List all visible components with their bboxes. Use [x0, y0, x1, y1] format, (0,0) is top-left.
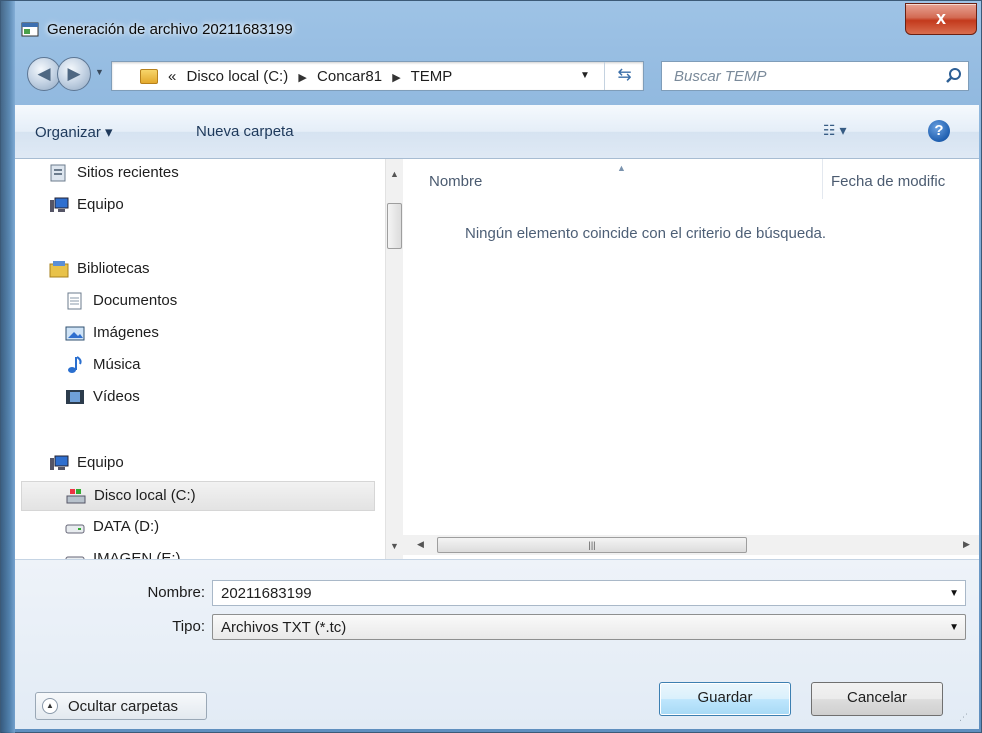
back-button[interactable]: ◀: [27, 57, 61, 91]
chevron-down-icon[interactable]: ▼: [949, 622, 959, 633]
column-header-date[interactable]: Fecha de modific: [831, 173, 945, 213]
chevron-down-icon[interactable]: ▼: [949, 588, 959, 599]
libraries-icon: [49, 261, 69, 278]
help-icon[interactable]: ?: [928, 120, 950, 142]
chevron-up-icon: ▲: [42, 698, 58, 714]
sidebar-item-computer-fav[interactable]: Equipo: [49, 191, 349, 221]
empty-folder-message: Ningún elemento coincide con el criterio…: [465, 225, 827, 242]
search-placeholder: Buscar TEMP: [674, 68, 767, 85]
sidebar-item-label: Música: [93, 356, 141, 373]
title-bar[interactable]: Generación de archivo 20211683199 x: [1, 1, 981, 43]
close-button[interactable]: x: [905, 3, 977, 35]
search-icon[interactable]: [944, 66, 964, 86]
scroll-left-icon[interactable]: ◀: [417, 539, 424, 550]
sidebar-item-music[interactable]: Música: [65, 351, 365, 381]
sidebar-item-data-drive[interactable]: DATA (D:): [65, 513, 365, 543]
recent-locations-dropdown-icon[interactable]: ▼: [95, 67, 107, 81]
save-options-panel: Nombre: 20211683199 ▼ Tipo: Archivos TXT…: [15, 559, 979, 729]
view-options-icon[interactable]: ☷ ▾: [823, 122, 861, 142]
sidebar-item-label: Bibliotecas: [77, 260, 150, 277]
sort-ascending-icon: ▲: [617, 163, 626, 173]
breadcrumb-temp[interactable]: TEMP: [411, 68, 453, 85]
sidebar-item-label: Equipo: [77, 196, 124, 213]
save-dialog-window: Generación de archivo 20211683199 x ◀ ▶ …: [0, 0, 982, 733]
recent-places-icon: [50, 164, 66, 182]
sidebar-item-pictures[interactable]: Imágenes: [65, 319, 365, 349]
sidebar-item-label: IMAGEN (E:): [93, 550, 181, 559]
sidebar-item-label: Imágenes: [93, 324, 159, 341]
forward-arrow-icon: ▶: [67, 64, 81, 83]
column-divider[interactable]: [822, 159, 823, 199]
window-title: Generación de archivo 20211683199: [47, 21, 293, 38]
dialog-body: Organizar ▾ Nueva carpeta ☷ ▾ ? Sitios r…: [15, 105, 979, 729]
command-toolbar: Organizar ▾ Nueva carpeta ☷ ▾ ?: [15, 105, 979, 159]
scrollbar-thumb[interactable]: |||: [437, 537, 747, 553]
local-disk-icon: [66, 489, 86, 504]
drive-icon: [65, 556, 85, 559]
new-folder-button[interactable]: Nueva carpeta: [196, 123, 294, 140]
computer-icon: [50, 455, 69, 470]
filename-label: Nombre:: [147, 584, 205, 601]
dialog-app-icon: [21, 22, 39, 37]
filename-value: 20211683199: [221, 585, 312, 602]
filename-field[interactable]: 20211683199 ▼: [212, 580, 966, 606]
chevron-right-icon[interactable]: ▶: [298, 72, 306, 84]
sidebar-item-image-drive[interactable]: IMAGEN (E:): [65, 545, 365, 559]
videos-icon: [66, 390, 84, 404]
search-input[interactable]: Buscar TEMP: [661, 61, 969, 91]
sidebar-item-computer[interactable]: Equipo: [49, 449, 349, 479]
navigation-bar: ◀ ▶ ▼ « Disco local (C:) ▶ Concar81 ▶ TE…: [15, 53, 982, 99]
navigation-pane-scrollbar[interactable]: ▲ ▼: [385, 159, 403, 559]
music-icon: [68, 356, 82, 373]
sidebar-item-label: Equipo: [77, 454, 124, 471]
file-list-pane: ▲ Nombre Fecha de modific Ningún element…: [403, 159, 979, 559]
computer-icon: [50, 197, 69, 212]
resize-grip-icon[interactable]: ⋰: [959, 712, 968, 723]
column-header-name[interactable]: Nombre: [429, 173, 482, 213]
sidebar-item-local-disk[interactable]: Disco local (C:): [21, 481, 375, 511]
forward-button[interactable]: ▶: [57, 57, 91, 91]
scrollbar-thumb[interactable]: [387, 203, 402, 249]
sidebar-item-libraries[interactable]: Bibliotecas: [49, 255, 349, 285]
hide-folders-button[interactable]: ▲ Ocultar carpetas: [35, 692, 207, 720]
sidebar-item-videos[interactable]: Vídeos: [65, 383, 365, 413]
filetype-value: Archivos TXT (*.tc): [221, 619, 347, 636]
breadcrumb: « Disco local (C:) ▶ Concar81 ▶ TEMP: [168, 68, 458, 85]
sidebar-item-label: Disco local (C:): [94, 487, 196, 504]
refresh-button[interactable]: ⇆: [604, 62, 644, 90]
breadcrumb-concar[interactable]: Concar81: [317, 68, 382, 85]
save-button[interactable]: Guardar: [659, 682, 791, 716]
address-dropdown-icon[interactable]: ▼: [580, 70, 590, 81]
breadcrumb-overflow[interactable]: «: [168, 68, 176, 85]
documents-icon: [67, 292, 82, 310]
cancel-button[interactable]: Cancelar: [811, 682, 943, 716]
hide-folders-label: Ocultar carpetas: [68, 698, 179, 715]
scroll-down-icon[interactable]: ▼: [390, 541, 399, 551]
filetype-label: Tipo:: [172, 618, 205, 635]
scroll-up-icon[interactable]: ▲: [390, 169, 399, 179]
back-arrow-icon: ◀: [37, 64, 51, 83]
sidebar-item-label: Sitios recientes: [77, 164, 179, 181]
sidebar-item-label: Vídeos: [93, 388, 140, 405]
breadcrumb-disk[interactable]: Disco local (C:): [187, 68, 289, 85]
address-bar[interactable]: « Disco local (C:) ▶ Concar81 ▶ TEMP ▼ ⇆: [111, 61, 644, 91]
folder-icon: [140, 69, 158, 84]
pictures-icon: [65, 326, 85, 341]
sidebar-item-label: Documentos: [93, 292, 178, 309]
drive-icon: [65, 524, 85, 534]
file-list-scrollbar[interactable]: ◀ ||| ▶: [403, 535, 979, 555]
filetype-select[interactable]: Archivos TXT (*.tc) ▼: [212, 614, 966, 640]
navigation-pane: Sitios recientes Equipo Bibliotecas Docu…: [15, 159, 385, 559]
scroll-right-icon[interactable]: ▶: [963, 539, 970, 550]
chevron-right-icon[interactable]: ▶: [392, 72, 400, 84]
sidebar-item-label: DATA (D:): [93, 518, 160, 535]
sidebar-item-documents[interactable]: Documentos: [65, 287, 365, 317]
sidebar-item-recent[interactable]: Sitios recientes: [49, 159, 349, 189]
organize-menu-button[interactable]: Organizar ▾: [35, 123, 113, 141]
